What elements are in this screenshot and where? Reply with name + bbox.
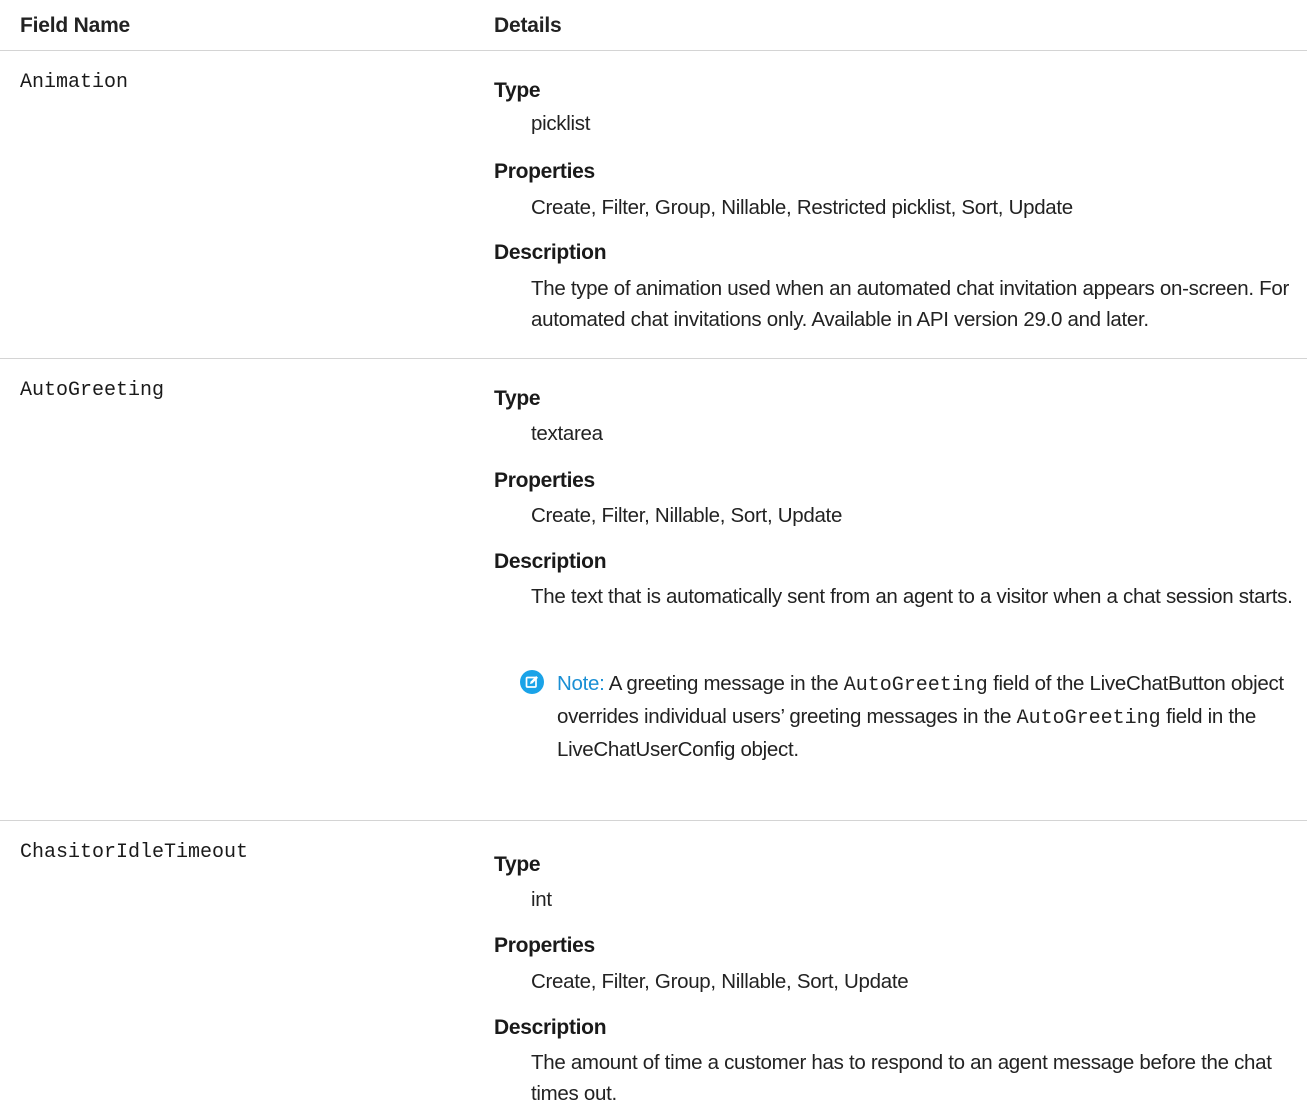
note-text: Note: A greeting message in the AutoGree… [557, 668, 1287, 765]
field-table: Field Name Details Animation Type pickli… [0, 0, 1307, 1105]
properties-label: Properties [494, 469, 595, 492]
description-value: The amount of time a customer has to res… [531, 1051, 1272, 1105]
type-value: int [531, 888, 552, 911]
type-label: Type [494, 387, 541, 410]
field-name: ChasitorIdleTimeout [20, 841, 249, 864]
table-row: Animation Type picklist Properties Creat… [0, 51, 1307, 359]
properties-value: Create, Filter, Nillable, Sort, Update [531, 504, 843, 527]
description-label: Description [494, 550, 607, 573]
note-text-part: A greeting message in the [608, 672, 839, 695]
description-label: Description [494, 241, 607, 264]
type-label: Type [494, 79, 541, 102]
type-label: Type [494, 853, 541, 876]
description-value: The text that is automatically sent from… [531, 585, 1293, 608]
field-name: Animation [20, 71, 129, 94]
column-header-details: Details [494, 14, 562, 37]
type-value: picklist [531, 112, 591, 135]
note-code: AutoGreeting [1016, 707, 1161, 730]
field-name: AutoGreeting [20, 379, 165, 402]
edit-note-icon [520, 670, 544, 694]
table-row: AutoGreeting Type textarea Properties Cr… [0, 359, 1307, 821]
properties-label: Properties [494, 934, 595, 957]
type-value: textarea [531, 422, 603, 445]
properties-label: Properties [494, 160, 595, 183]
description-value: The type of animation used when an autom… [531, 277, 1289, 331]
table-header: Field Name Details [0, 0, 1307, 51]
note-label: Note: [557, 672, 605, 695]
properties-value: Create, Filter, Group, Nillable, Sort, U… [531, 970, 909, 993]
table-row: ChasitorIdleTimeout Type int Properties … [0, 821, 1307, 1105]
properties-value: Create, Filter, Group, Nillable, Restric… [531, 196, 1073, 219]
column-header-field-name: Field Name [20, 14, 131, 37]
description-label: Description [494, 1016, 607, 1039]
note-code: AutoGreeting [843, 674, 988, 697]
